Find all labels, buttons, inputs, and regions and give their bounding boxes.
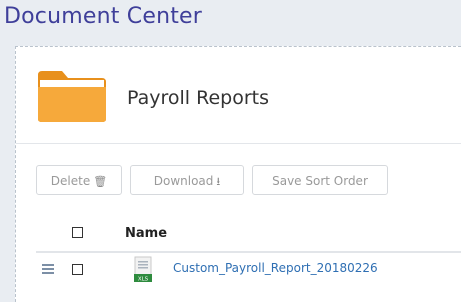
table-row[interactable]: XLS Custom_Payroll_Report_20180226	[36, 252, 461, 288]
excel-file-icon: XLS	[134, 256, 152, 282]
save-sort-order-label: Save Sort Order	[272, 174, 368, 188]
row-checkbox[interactable]	[72, 264, 83, 275]
document-center-frame: Document Center Payroll Reports Delete 🗑 …	[0, 0, 461, 302]
delete-label: Delete	[50, 174, 91, 188]
download-icon: ⭳	[216, 175, 221, 188]
column-header-name[interactable]: Name	[125, 226, 167, 241]
folder-header: Payroll Reports	[16, 47, 461, 144]
list-header: Name	[36, 215, 461, 253]
drag-handle-icon[interactable]	[42, 264, 54, 274]
save-sort-order-button[interactable]: Save Sort Order	[252, 165, 388, 195]
trash-icon: 🗑	[93, 175, 108, 188]
delete-button[interactable]: Delete 🗑	[36, 165, 122, 195]
select-all-checkbox[interactable]	[72, 227, 83, 238]
download-label: Download	[153, 174, 214, 188]
folder-panel: Payroll Reports Delete 🗑 Download ⭳ Save S…	[15, 46, 461, 302]
file-type-badge: XLS	[138, 277, 149, 283]
download-button[interactable]: Download ⭳	[130, 165, 244, 195]
file-name-link[interactable]: Custom_Payroll_Report_20180226	[173, 261, 378, 275]
page-title: Document Center	[4, 4, 203, 29]
folder-icon	[38, 71, 106, 122]
folder-title: Payroll Reports	[127, 87, 269, 109]
